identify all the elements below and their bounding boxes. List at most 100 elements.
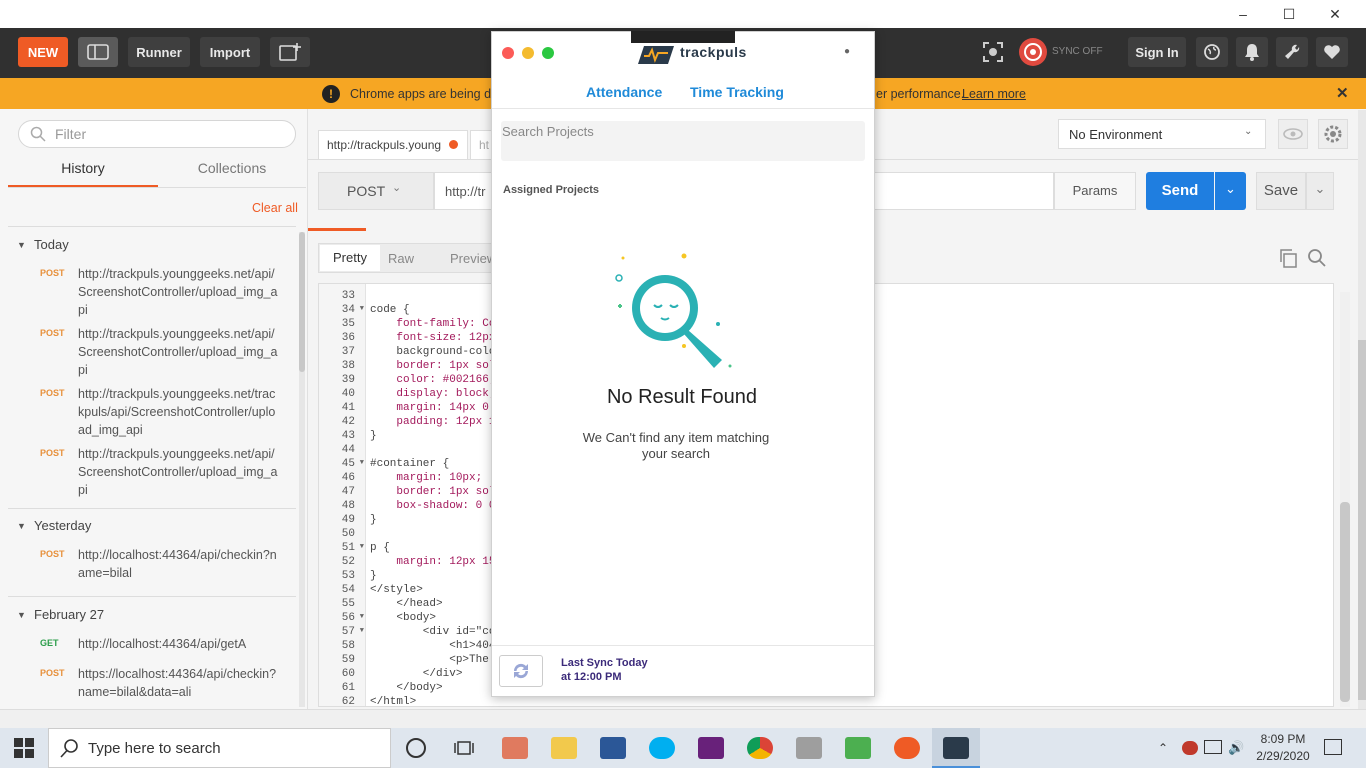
sync-button[interactable] — [499, 655, 543, 687]
banner-text-right: er performance. — [876, 87, 965, 101]
heart-icon[interactable] — [1316, 37, 1348, 67]
fold-arrow-icon[interactable]: ▼ — [356, 627, 364, 635]
sidebar-toggle-icon[interactable] — [78, 37, 118, 67]
method-select[interactable]: POST — [318, 172, 434, 210]
fold-arrow-icon[interactable]: ▼ — [356, 543, 364, 551]
capture-icon[interactable] — [982, 41, 1004, 63]
method-badge: POST — [40, 268, 65, 278]
line-number: 44 — [341, 444, 355, 456]
search-projects-input[interactable]: Search Projects — [501, 121, 865, 161]
close-dot-icon[interactable] — [502, 47, 514, 59]
new-button[interactable]: NEW — [18, 37, 68, 67]
runner-button[interactable]: Runner — [128, 37, 190, 67]
chrome-icon[interactable] — [747, 737, 773, 759]
fold-arrow-icon[interactable]: ▼ — [356, 613, 364, 621]
chart-app-icon[interactable] — [845, 737, 871, 759]
tab-raw[interactable]: Raw — [388, 251, 414, 266]
visual-studio-icon[interactable] — [698, 737, 724, 759]
volume-icon[interactable]: 🔊 — [1228, 740, 1244, 756]
clear-all-link[interactable]: Clear all — [252, 201, 298, 215]
bell-icon[interactable] — [1236, 37, 1268, 67]
sidebar-scrollbar[interactable] — [299, 232, 305, 707]
save-options-chevron-icon[interactable]: ⌄ — [1306, 172, 1334, 210]
group-feb27: February 27 — [34, 607, 105, 622]
filter-input[interactable]: Filter — [18, 120, 296, 148]
environment-select[interactable]: No Environment — [1058, 119, 1266, 149]
maximize-icon[interactable]: ☐ — [1266, 0, 1312, 28]
windows-start-icon[interactable] — [14, 738, 34, 761]
word-icon[interactable] — [600, 737, 626, 759]
history-item[interactable]: http://localhost:44364/api/checkin?name=… — [78, 546, 278, 582]
eye-icon[interactable] — [1278, 119, 1308, 149]
chevron-down-icon: ⌄ — [1244, 126, 1253, 137]
code-line: margin: 14px 0 — [370, 402, 489, 414]
chevron-up-icon[interactable]: ⌃ — [1158, 741, 1168, 755]
banner-close-icon[interactable]: ✕ — [1336, 84, 1349, 102]
save-button[interactable]: Save — [1256, 172, 1306, 210]
code-line: border: 1px sol — [370, 486, 496, 498]
send-button[interactable]: Send — [1146, 172, 1214, 210]
wrench-icon[interactable] — [1276, 37, 1308, 67]
params-button[interactable]: Params — [1054, 172, 1136, 210]
import-button[interactable]: Import — [200, 37, 260, 67]
request-tab[interactable]: http://trackpuls.young — [318, 130, 468, 160]
window-scrollbar[interactable] — [1358, 110, 1366, 710]
empty-search-illustration-icon — [610, 250, 740, 375]
collapse-icon[interactable]: ▼ — [17, 610, 26, 620]
new-window-button[interactable] — [270, 37, 310, 67]
tools-app-icon[interactable] — [796, 737, 822, 759]
fold-arrow-icon[interactable]: ▼ — [356, 459, 364, 467]
code-line: <body> — [370, 612, 437, 624]
user-icon[interactable]: ● — [844, 46, 850, 57]
tab-time-tracking[interactable]: Time Tracking — [690, 84, 784, 100]
editor-scrollbar[interactable] — [1340, 292, 1350, 707]
history-item[interactable]: http://trackpuls.younggeeks.net/trackpul… — [78, 385, 278, 439]
collapse-icon[interactable]: ▼ — [17, 240, 26, 250]
fold-arrow-icon[interactable]: ▼ — [356, 305, 364, 313]
empty-subtitle: We Can't find any item matching your sea… — [582, 430, 770, 461]
line-number: 48 — [341, 500, 355, 512]
monitor-icon[interactable] — [1204, 740, 1222, 754]
tab-collections[interactable]: Collections — [158, 160, 306, 188]
line-number: 61 — [341, 682, 355, 694]
tab-history[interactable]: History — [8, 160, 158, 188]
tab-preview[interactable]: Preview — [450, 251, 496, 266]
send-options-chevron-icon[interactable]: ⌄ — [1215, 172, 1246, 210]
sync-icon[interactable] — [1019, 38, 1047, 66]
history-item[interactable]: http://trackpuls.younggeeks.net/api/Scre… — [78, 325, 278, 379]
network-status-icon[interactable] — [1182, 741, 1198, 755]
history-item[interactable]: https://localhost:44364/api/checkin?name… — [78, 665, 278, 701]
gear-icon[interactable] — [1318, 119, 1348, 149]
history-item[interactable]: http://localhost:44364/api/getA — [78, 635, 278, 653]
close-icon[interactable]: ✕ — [1312, 0, 1358, 28]
file-explorer-icon[interactable] — [551, 737, 577, 759]
postman-icon[interactable] — [894, 737, 920, 759]
app-icon-stack[interactable] — [502, 737, 528, 759]
banner-text: Chrome apps are being de — [350, 87, 499, 101]
trackpuls-taskbar-icon[interactable] — [943, 737, 969, 759]
tab-pretty[interactable]: Pretty — [320, 245, 380, 271]
notification-icon[interactable] — [1324, 739, 1342, 755]
search-icon[interactable] — [1307, 248, 1327, 271]
maximize-dot-icon[interactable] — [542, 47, 554, 59]
history-item[interactable]: http://trackpuls.younggeeks.net/api/Scre… — [78, 445, 278, 499]
active-tab-indicator — [308, 228, 366, 231]
history-item[interactable]: http://trackpuls.younggeeks.net/api/Scre… — [78, 265, 278, 319]
code-line: </html> — [370, 696, 417, 708]
sign-in-button[interactable]: Sign In — [1128, 37, 1186, 67]
divider — [8, 596, 296, 597]
clock-time[interactable]: 8:09 PM — [1256, 732, 1310, 746]
copy-icon[interactable] — [1278, 248, 1298, 271]
minimize-dot-icon[interactable] — [522, 47, 534, 59]
learn-more-link[interactable]: Learn more — [962, 87, 1026, 101]
globe-icon[interactable] — [1196, 37, 1228, 67]
minimize-icon[interactable]: – — [1220, 0, 1266, 28]
skype-icon[interactable] — [649, 737, 675, 759]
tab-attendance[interactable]: Attendance — [586, 84, 662, 100]
window-titlebar — [0, 0, 1366, 28]
cortana-icon[interactable] — [406, 738, 426, 758]
clock-date[interactable]: 2/29/2020 — [1250, 749, 1316, 763]
task-view-icon[interactable] — [454, 740, 474, 759]
method-badge: POST — [40, 328, 65, 338]
collapse-icon[interactable]: ▼ — [17, 521, 26, 531]
